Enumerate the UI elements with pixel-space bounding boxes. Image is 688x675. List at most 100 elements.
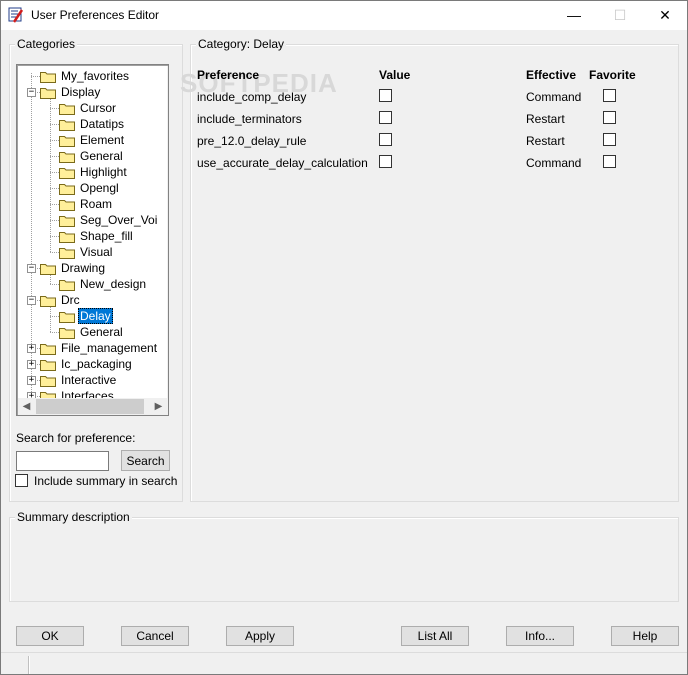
tree-item-drc[interactable]: − Drc bbox=[17, 292, 167, 308]
scroll-down-icon[interactable]: ▼ bbox=[167, 381, 168, 398]
tree-vertical-scroll-thumb[interactable] bbox=[168, 84, 169, 258]
tree-horizontal-scrollbar[interactable]: ◀ ▶ bbox=[18, 398, 167, 415]
value-checkbox[interactable] bbox=[379, 89, 392, 102]
effective-value: Restart bbox=[526, 134, 565, 148]
tree-item-label: Drc bbox=[61, 293, 80, 307]
search-input[interactable] bbox=[16, 451, 109, 471]
favorite-checkbox[interactable] bbox=[603, 133, 616, 146]
value-checkbox[interactable] bbox=[379, 133, 392, 146]
value-checkbox[interactable] bbox=[379, 111, 392, 124]
tree-item-label: Shape_fill bbox=[80, 229, 133, 243]
tree-item-general[interactable]: General bbox=[17, 324, 167, 340]
tree-item-label: Roam bbox=[80, 197, 113, 211]
tree-item-display[interactable]: − Display bbox=[17, 84, 167, 100]
tree-item-label: Datatips bbox=[80, 117, 125, 131]
column-header-effective: Effective bbox=[526, 68, 577, 82]
category-tree[interactable]: My_favorites − Display Cursor Datatips Elemen… bbox=[16, 64, 169, 416]
tree-item-label: Display bbox=[61, 85, 101, 99]
maximize-button[interactable]: ☐ bbox=[597, 0, 643, 30]
summary-group-title: Summary description bbox=[15, 510, 132, 524]
window-title: User Preferences Editor bbox=[31, 8, 160, 22]
tree-rows: My_favorites − Display Cursor Datatips Elemen… bbox=[17, 65, 167, 398]
tree-item-new-design[interactable]: New_design bbox=[17, 276, 167, 292]
tree-item-label: Seg_Over_Voi bbox=[80, 213, 158, 227]
tree-item-highlight[interactable]: Highlight bbox=[17, 164, 167, 180]
folder-icon bbox=[40, 374, 56, 387]
tree-item-label: My_favorites bbox=[61, 69, 130, 83]
include-summary-checkbox[interactable] bbox=[15, 474, 28, 487]
folder-icon bbox=[59, 246, 75, 259]
expand-icon[interactable]: + bbox=[27, 360, 36, 369]
tree-item-datatips[interactable]: Datatips bbox=[17, 116, 167, 132]
favorite-checkbox[interactable] bbox=[603, 155, 616, 168]
tree-horizontal-scroll-thumb[interactable] bbox=[36, 399, 144, 414]
tree-item-interfaces[interactable]: + Interfaces bbox=[17, 388, 167, 398]
category-group-title: Category: Delay bbox=[196, 37, 287, 51]
categories-group-title: Categories bbox=[15, 37, 78, 51]
tree-item-seg-over-voi[interactable]: Seg_Over_Voi bbox=[17, 212, 167, 228]
favorite-checkbox[interactable] bbox=[603, 111, 616, 124]
tree-item-general[interactable]: General bbox=[17, 148, 167, 164]
summary-text bbox=[16, 530, 672, 596]
effective-value: Restart bbox=[526, 112, 565, 126]
tree-item-label: Delay bbox=[78, 308, 113, 324]
tree-item-label: File_management bbox=[61, 341, 158, 355]
expand-icon[interactable]: + bbox=[27, 376, 36, 385]
scroll-right-icon[interactable]: ▶ bbox=[150, 398, 167, 415]
folder-icon bbox=[40, 390, 56, 398]
minimize-button[interactable]: — bbox=[551, 0, 597, 30]
preference-name: include_terminators bbox=[197, 112, 302, 126]
folder-icon bbox=[59, 214, 75, 227]
tree-item-label: Element bbox=[80, 133, 125, 147]
column-header-value: Value bbox=[379, 68, 411, 82]
tree-item-opengl[interactable]: Opengl bbox=[17, 180, 167, 196]
tree-item-label: Opengl bbox=[80, 181, 119, 195]
tree-item-ic-packaging[interactable]: + Ic_packaging bbox=[17, 356, 167, 372]
tree-vertical-scrollbar[interactable]: ▲ ▼ bbox=[167, 66, 169, 398]
folder-icon bbox=[40, 86, 56, 99]
scroll-up-icon[interactable]: ▲ bbox=[167, 66, 168, 83]
folder-icon bbox=[40, 262, 56, 275]
collapse-icon[interactable]: − bbox=[27, 88, 36, 97]
collapse-icon[interactable]: − bbox=[27, 296, 36, 305]
search-button[interactable]: Search bbox=[121, 450, 170, 471]
tree-item-drawing[interactable]: − Drawing bbox=[17, 260, 167, 276]
folder-icon bbox=[59, 310, 75, 323]
preference-name: pre_12.0_delay_rule bbox=[197, 134, 307, 148]
cancel-button[interactable]: Cancel bbox=[121, 626, 189, 646]
close-button[interactable]: ✕ bbox=[642, 0, 688, 30]
folder-icon bbox=[40, 294, 56, 307]
tree-item-label: Visual bbox=[80, 245, 113, 259]
tree-item-label: Interfaces bbox=[61, 389, 114, 398]
effective-value: Command bbox=[526, 156, 582, 170]
tree-item-shape-fill[interactable]: Shape_fill bbox=[17, 228, 167, 244]
folder-icon bbox=[59, 118, 75, 131]
tree-item-file-management[interactable]: + File_management bbox=[17, 340, 167, 356]
include-summary-label: Include summary in search bbox=[34, 474, 178, 488]
tree-item-my-favorites[interactable]: My_favorites bbox=[17, 68, 167, 84]
tree-item-roam[interactable]: Roam bbox=[17, 196, 167, 212]
folder-icon bbox=[59, 230, 75, 243]
tree-item-visual[interactable]: Visual bbox=[17, 244, 167, 260]
tree-item-label: General bbox=[80, 149, 123, 163]
title-bar[interactable]: User Preferences Editor — ☐ ✕ bbox=[0, 0, 688, 31]
tree-item-cursor[interactable]: Cursor bbox=[17, 100, 167, 116]
tree-item-label: Drawing bbox=[61, 261, 106, 275]
favorite-checkbox[interactable] bbox=[603, 89, 616, 102]
info-button[interactable]: Info... bbox=[506, 626, 574, 646]
scroll-left-icon[interactable]: ◀ bbox=[18, 398, 35, 415]
tree-item-interactive[interactable]: + Interactive bbox=[17, 372, 167, 388]
collapse-icon[interactable]: − bbox=[27, 264, 36, 273]
list-all-button[interactable]: List All bbox=[401, 626, 469, 646]
help-button[interactable]: Help bbox=[611, 626, 679, 646]
tree-item-delay[interactable]: Delay bbox=[17, 308, 167, 324]
preference-name: use_accurate_delay_calculation bbox=[197, 156, 368, 170]
apply-button[interactable]: Apply bbox=[226, 626, 294, 646]
tree-item-element[interactable]: Element bbox=[17, 132, 167, 148]
expand-icon[interactable]: + bbox=[27, 344, 36, 353]
ok-button[interactable]: OK bbox=[16, 626, 84, 646]
scroll-corner bbox=[167, 398, 168, 415]
status-bar-divider bbox=[28, 656, 29, 674]
tree-item-label: Interactive bbox=[61, 373, 117, 387]
value-checkbox[interactable] bbox=[379, 155, 392, 168]
